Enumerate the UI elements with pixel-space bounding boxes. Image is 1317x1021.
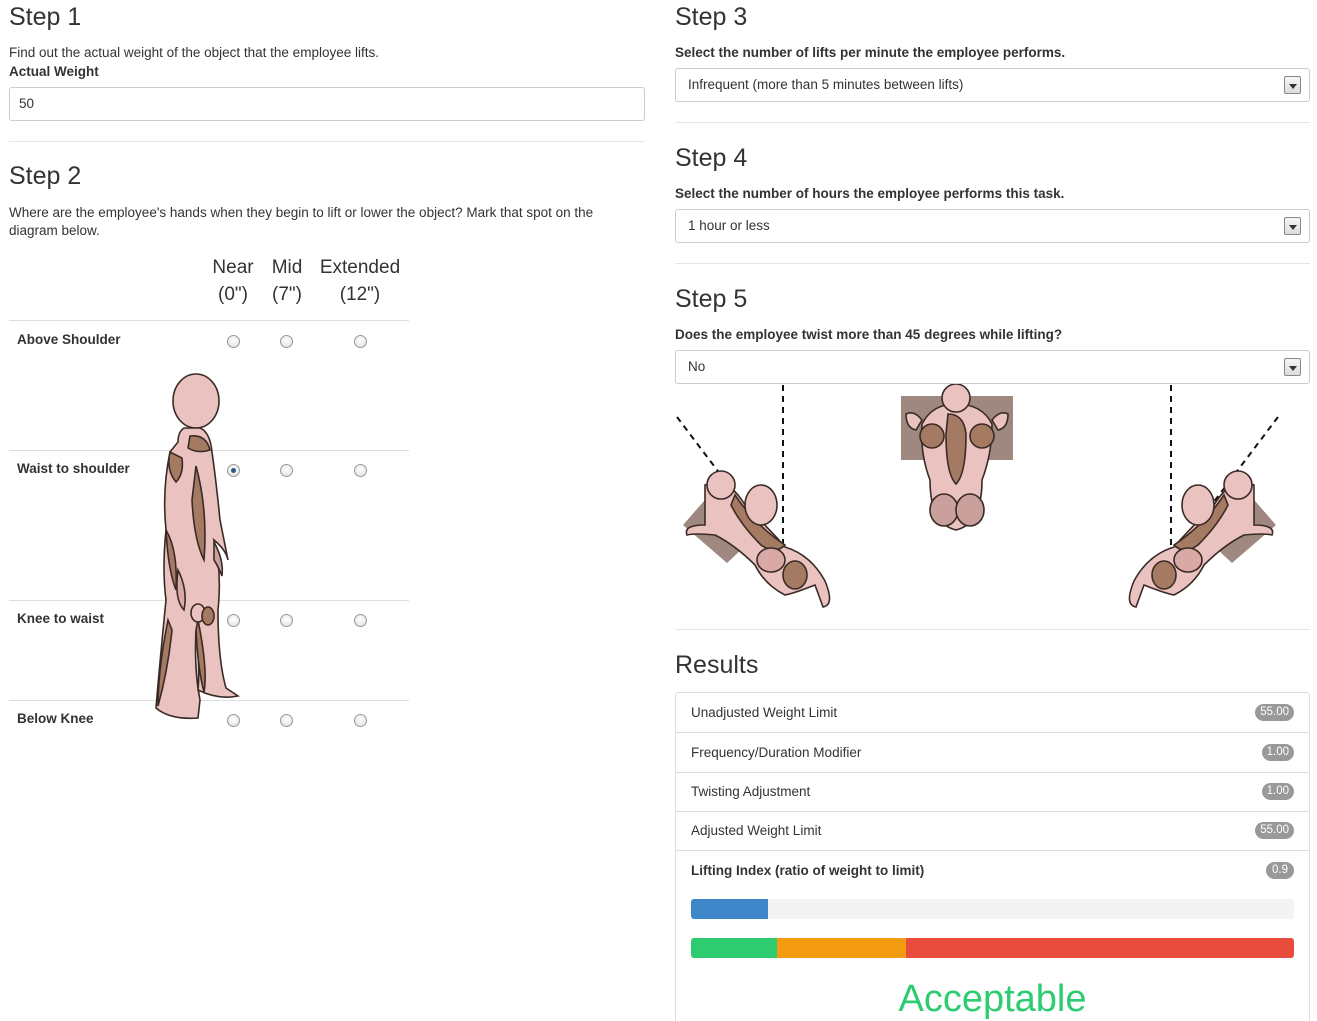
hours-value: 1 hour or less [688, 218, 770, 233]
result-unadjusted-weight-limit: Unadjusted Weight Limit 55.00 [676, 693, 1309, 733]
twist-right-illustration [1128, 385, 1279, 608]
step3-title: Step 3 [675, 3, 748, 31]
row-label-below-knee: Below Knee [17, 711, 94, 726]
results-title: Results [675, 651, 759, 679]
radio-knee-to-waist-extended[interactable] [354, 614, 367, 627]
chevron-down-icon [1284, 76, 1301, 94]
divider [675, 122, 1310, 123]
column-extended-distance: (12") [339, 284, 381, 305]
row-label-knee-to-waist: Knee to waist [17, 611, 105, 626]
verdict-text: Acceptable [898, 978, 1087, 1020]
result-frequency-duration-modifier: Frequency/Duration Modifier 1.00 [676, 733, 1309, 773]
radio-above-shoulder-near[interactable] [227, 335, 240, 348]
results-list: Unadjusted Weight Limit 55.00 Frequency/… [675, 692, 1310, 1021]
column-near-name: Near [212, 257, 254, 278]
lifts-per-minute-select[interactable]: Infrequent (more than 5 minutes between … [675, 68, 1310, 102]
radio-waist-to-shoulder-near[interactable] [227, 464, 240, 477]
radio-below-knee-near[interactable] [227, 714, 240, 727]
column-head-near: Near (0") [206, 254, 260, 308]
step4-title: Step 4 [675, 144, 748, 172]
radio-above-shoulder-extended[interactable] [354, 335, 367, 348]
radio-below-knee-mid[interactable] [280, 714, 293, 727]
twist-center-illustration [901, 384, 1013, 531]
risk-scale-segment [691, 938, 778, 958]
result-twisting-adjustment: Twisting Adjustment 1.00 [676, 772, 1309, 812]
radio-waist-to-shoulder-mid[interactable] [280, 464, 293, 477]
actual-weight-input[interactable]: 50 [9, 87, 645, 121]
chevron-down-icon [1284, 217, 1301, 235]
left-column: Step 1 Find out the actual weight of the… [9, 0, 645, 1021]
result-label: Unadjusted Weight Limit [691, 705, 838, 720]
result-label: Adjusted Weight Limit [691, 823, 822, 838]
twist-select[interactable]: No [675, 350, 1310, 384]
lifting-index-progress-fill [691, 899, 769, 919]
hours-select[interactable]: 1 hour or less [675, 209, 1310, 243]
result-badge: 1.00 [1261, 783, 1294, 800]
risk-scale-segment [777, 938, 907, 958]
row-label-waist-to-shoulder: Waist to shoulder [17, 461, 130, 476]
risk-scale-segment [906, 938, 1294, 958]
grid-row-divider [9, 320, 409, 321]
lifts-per-minute-value: Infrequent (more than 5 minutes between … [688, 77, 964, 92]
radio-waist-to-shoulder-extended[interactable] [354, 464, 367, 477]
step2-description-line1: Where are the employee's hands when they… [9, 205, 594, 220]
step1-description: Find out the actual weight of the object… [9, 45, 379, 60]
lifting-index-progress-bar [691, 899, 1294, 919]
step4-label: Select the number of hours the employee … [675, 186, 1065, 201]
result-badge: 55.00 [1255, 822, 1294, 839]
step2-title: Step 2 [9, 162, 82, 190]
result-badge: 1.00 [1261, 744, 1294, 761]
step5-label: Does the employee twist more than 45 deg… [675, 327, 1063, 342]
result-adjusted-weight-limit: Adjusted Weight Limit 55.00 [676, 811, 1309, 851]
divider [675, 263, 1310, 264]
chevron-down-icon [1284, 358, 1301, 376]
lifting-index-label: Lifting Index (ratio of weight to limit) [691, 863, 925, 878]
risk-scale-bar [691, 938, 1294, 958]
result-badge: 55.00 [1255, 704, 1294, 721]
actual-weight-label: Actual Weight [9, 64, 99, 79]
radio-knee-to-waist-mid[interactable] [280, 614, 293, 627]
row-label-above-shoulder: Above Shoulder [17, 332, 121, 347]
result-lifting-index: Lifting Index (ratio of weight to limit)… [676, 851, 1309, 891]
column-mid-name: Mid [271, 257, 303, 278]
divider [675, 629, 1310, 630]
column-extended-name: Extended [319, 257, 401, 278]
twist-value: No [688, 359, 706, 374]
result-label: Twisting Adjustment [691, 784, 811, 799]
column-head-extended: Extended (12") [314, 254, 406, 308]
twist-left-illustration [676, 385, 831, 608]
column-near-distance: (0") [218, 284, 248, 305]
step3-label: Select the number of lifts per minute th… [675, 45, 1066, 60]
radio-knee-to-waist-near[interactable] [227, 614, 240, 627]
result-label: Frequency/Duration Modifier [691, 745, 862, 760]
lifting-index-badge: 0.9 [1266, 862, 1294, 879]
step2-description-line2: diagram below. [9, 223, 100, 238]
step1-title: Step 1 [9, 3, 82, 31]
radio-above-shoulder-mid[interactable] [280, 335, 293, 348]
divider [9, 141, 645, 142]
radio-below-knee-extended[interactable] [354, 714, 367, 727]
step5-title: Step 5 [675, 285, 748, 313]
column-head-mid: Mid (7") [262, 254, 312, 308]
column-mid-distance: (7") [272, 284, 302, 305]
standing-figure-illustration [155, 373, 241, 720]
